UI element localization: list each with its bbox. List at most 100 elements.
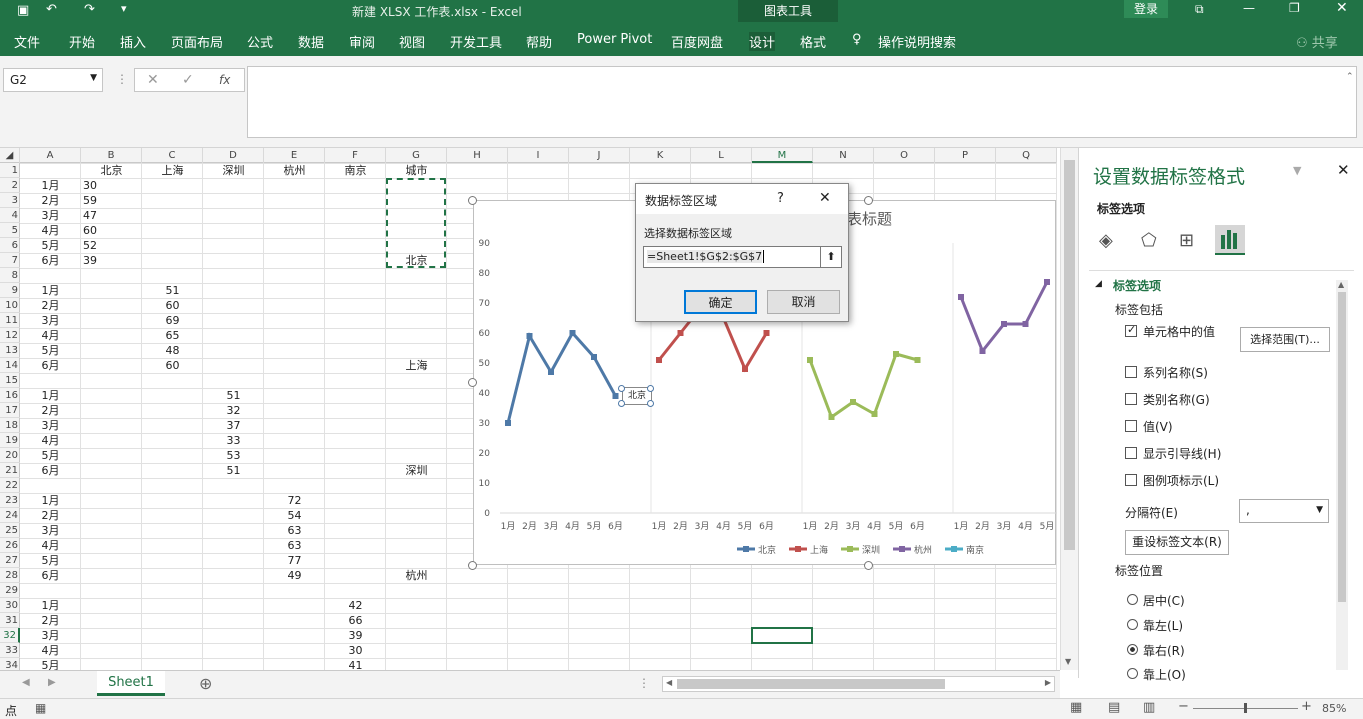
column-header-active[interactable]: M — [752, 148, 813, 163]
normal-view-icon[interactable]: ▦ — [1070, 700, 1082, 715]
center-radio[interactable] — [1127, 594, 1138, 605]
sheet-tab-sheet1[interactable]: Sheet1 — [97, 671, 165, 696]
column-header[interactable]: E — [264, 148, 325, 163]
label-handle[interactable] — [618, 385, 625, 392]
close-icon[interactable]: ✕ — [819, 190, 831, 206]
column-header[interactable]: F — [325, 148, 386, 163]
leader-lines-checkbox[interactable] — [1125, 447, 1137, 459]
close-window-icon[interactable]: ✕ — [1336, 0, 1348, 16]
customize-qat-icon[interactable]: ▾ — [121, 2, 127, 15]
range-input[interactable]: =Sheet1!$G$2:$G$7 — [643, 246, 821, 268]
scroll-right-icon[interactable]: ▶ — [1045, 678, 1051, 687]
undo-icon[interactable]: ↶ — [46, 2, 57, 17]
login-button[interactable]: 登录 — [1124, 0, 1168, 18]
tab-file[interactable]: 文件 — [14, 32, 40, 51]
prev-sheet-icon[interactable]: ◀ — [22, 677, 30, 688]
fill-line-icon[interactable]: ◈ — [1099, 230, 1113, 251]
series-name-checkbox[interactable] — [1125, 366, 1137, 378]
page-break-view-icon[interactable]: ▥ — [1143, 700, 1155, 715]
row-header[interactable]: 23 — [0, 493, 20, 508]
resize-handle[interactable] — [468, 196, 477, 205]
column-header[interactable]: O — [874, 148, 935, 163]
row-header[interactable]: 32 — [0, 628, 20, 643]
row-header[interactable]: 9 — [0, 283, 20, 298]
save-icon[interactable]: ▣ — [17, 3, 29, 18]
tab-review[interactable]: 审阅 — [349, 32, 375, 51]
active-cell[interactable] — [751, 627, 813, 644]
tab-formulas[interactable]: 公式 — [247, 32, 273, 51]
label-options-icon[interactable] — [1215, 225, 1245, 255]
chevron-down-icon[interactable]: ▼ — [90, 73, 97, 83]
zoom-in-icon[interactable]: + — [1301, 699, 1312, 714]
effects-icon[interactable]: ⬠ — [1141, 230, 1157, 251]
select-range-button[interactable]: 选择范围(T)... — [1240, 327, 1330, 352]
share-button[interactable]: ⚇ 共享 — [1296, 32, 1338, 51]
scroll-left-icon[interactable]: ◀ — [666, 678, 672, 687]
category-name-checkbox[interactable] — [1125, 393, 1137, 405]
row-header[interactable]: 22 — [0, 478, 20, 493]
above-radio[interactable] — [1127, 668, 1138, 679]
select-all-corner[interactable]: ◢ — [0, 148, 20, 163]
row-header[interactable]: 20 — [0, 448, 20, 463]
scrollbar-thumb[interactable] — [1338, 292, 1346, 602]
zoom-slider-thumb[interactable] — [1244, 703, 1247, 713]
row-header[interactable]: 6 — [0, 238, 20, 253]
resize-handle[interactable] — [864, 561, 873, 570]
scroll-up-icon[interactable]: ▲ — [1338, 280, 1344, 289]
row-header[interactable]: 33 — [0, 643, 20, 658]
row-header[interactable]: 24 — [0, 508, 20, 523]
row-header[interactable]: 7 — [0, 253, 20, 268]
tab-insert[interactable]: 插入 — [120, 32, 146, 51]
right-radio[interactable] — [1127, 644, 1138, 655]
scrollbar-thumb[interactable] — [677, 679, 945, 689]
left-radio[interactable] — [1127, 619, 1138, 630]
ribbon-display-icon[interactable]: ⧉ — [1195, 2, 1204, 17]
column-header[interactable]: Q — [996, 148, 1057, 163]
column-header[interactable]: K — [630, 148, 691, 163]
label-handle[interactable] — [647, 400, 654, 407]
tab-data[interactable]: 数据 — [298, 32, 324, 51]
row-header[interactable]: 28 — [0, 568, 20, 583]
section-heading[interactable]: 标签选项 — [1113, 277, 1161, 294]
enter-icon[interactable]: ✓ — [182, 72, 194, 88]
value-from-cells-checkbox[interactable]: ✓ — [1125, 323, 1137, 337]
tab-splitter-icon[interactable]: ⋮ — [638, 676, 650, 690]
redo-icon[interactable]: ↷ — [84, 2, 95, 17]
resize-handle[interactable] — [468, 378, 477, 387]
row-header[interactable]: 21 — [0, 463, 20, 478]
row-header[interactable]: 14 — [0, 358, 20, 373]
row-header[interactable]: 25 — [0, 523, 20, 538]
row-header[interactable]: 18 — [0, 418, 20, 433]
column-header[interactable]: P — [935, 148, 996, 163]
row-header[interactable]: 30 — [0, 598, 20, 613]
column-header[interactable]: D — [203, 148, 264, 163]
column-header[interactable]: L — [691, 148, 752, 163]
row-header[interactable]: 17 — [0, 403, 20, 418]
row-header[interactable]: 29 — [0, 583, 20, 598]
collapse-dialog-icon[interactable]: ⬆ — [820, 246, 842, 268]
reset-label-text-button[interactable]: 重设标签文本(R) — [1125, 530, 1229, 555]
column-header[interactable]: I — [508, 148, 569, 163]
row-header[interactable]: 13 — [0, 343, 20, 358]
row-header[interactable]: 12 — [0, 328, 20, 343]
row-header[interactable]: 10 — [0, 298, 20, 313]
legend-key-checkbox[interactable] — [1125, 474, 1137, 486]
zoom-level[interactable]: 85% — [1322, 702, 1346, 715]
row-header[interactable]: 31 — [0, 613, 20, 628]
separator-dropdown[interactable]: , ▼ — [1239, 499, 1329, 523]
ok-button[interactable]: 确定 — [684, 290, 757, 314]
collapse-section-icon[interactable]: ◢ — [1095, 279, 1102, 289]
column-header[interactable]: J — [569, 148, 630, 163]
zoom-out-icon[interactable]: − — [1178, 699, 1189, 714]
column-header[interactable]: N — [813, 148, 874, 163]
row-header[interactable]: 1 — [0, 163, 20, 178]
add-sheet-icon[interactable]: ⊕ — [199, 674, 212, 693]
formula-input[interactable] — [247, 66, 1357, 138]
resize-handle[interactable] — [864, 196, 873, 205]
column-header[interactable]: A — [20, 148, 81, 163]
tab-view[interactable]: 视图 — [399, 32, 425, 51]
insert-function-icon[interactable]: fx — [219, 73, 230, 87]
vertical-scrollbar[interactable]: ▼ — [1060, 148, 1078, 670]
row-header[interactable]: 16 — [0, 388, 20, 403]
column-header[interactable]: C — [142, 148, 203, 163]
